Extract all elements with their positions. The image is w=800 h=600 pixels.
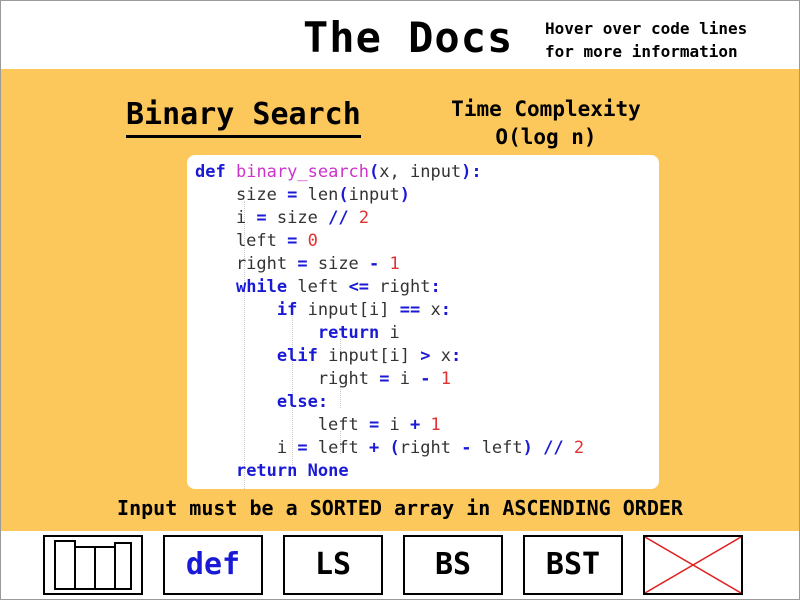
close-button[interactable]	[643, 535, 743, 595]
time-complexity: Time Complexity O(log n)	[431, 95, 661, 151]
code-line[interactable]: if input[i] == x:	[195, 299, 451, 322]
input-requirement-note: Input must be a SORTED array in ASCENDIN…	[117, 496, 683, 520]
code-line[interactable]: right = i - 1	[195, 368, 451, 391]
app-frame: The Docs Hover over code lines for more …	[0, 0, 800, 600]
code-line[interactable]: while left <= right:	[195, 276, 441, 299]
code-line[interactable]: def binary_search(x, input):	[195, 161, 482, 184]
bar-chart-icon	[54, 540, 132, 590]
code-line[interactable]: right = size - 1	[195, 253, 400, 276]
bst-button[interactable]: BST	[523, 535, 623, 595]
code-line[interactable]: elif input[i] > x:	[195, 345, 461, 368]
def-button[interactable]: def	[163, 535, 263, 595]
close-icon	[645, 537, 741, 593]
app-title: The Docs	[303, 13, 514, 62]
code-line[interactable]: i = size // 2	[195, 207, 369, 230]
complexity-value: O(log n)	[495, 125, 597, 149]
code-line[interactable]: i = left + (right - left) // 2	[195, 437, 584, 460]
code-line[interactable]: else:	[195, 391, 328, 414]
code-line[interactable]: return i	[195, 322, 400, 345]
code-line[interactable]: left = i + 1	[195, 414, 441, 437]
header: The Docs Hover over code lines for more …	[1, 1, 799, 69]
code-line[interactable]: left = 0	[195, 230, 318, 253]
hint-line-1: Hover over code lines	[545, 19, 748, 38]
algorithm-title: Binary Search	[126, 95, 361, 138]
complexity-label: Time Complexity	[451, 97, 641, 121]
hint-line-2: for more information	[545, 42, 738, 61]
visualize-button[interactable]	[43, 535, 143, 595]
hover-hint: Hover over code lines for more informati…	[545, 17, 785, 63]
code-line[interactable]: return None	[195, 460, 349, 483]
bottom-nav: def LS BS BST	[1, 531, 799, 599]
code-line[interactable]: size = len(input)	[195, 184, 410, 207]
binary-search-button[interactable]: BS	[403, 535, 503, 595]
linear-search-button[interactable]: LS	[283, 535, 383, 595]
code-block: def binary_search(x, input): size = len(…	[187, 155, 659, 489]
main-panel: Binary Search Time Complexity O(log n) d…	[1, 69, 799, 531]
